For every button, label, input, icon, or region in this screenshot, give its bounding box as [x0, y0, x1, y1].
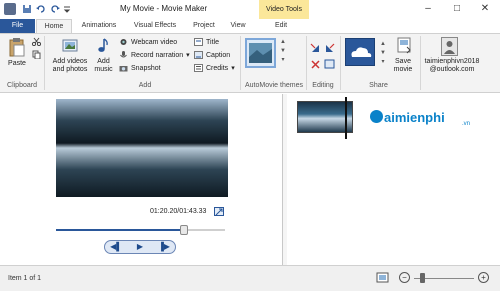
- expand-icon: [215, 208, 223, 216]
- save-movie-button[interactable]: Save movie: [389, 58, 417, 74]
- customize-qat-icon[interactable]: [62, 4, 72, 14]
- save-icon[interactable]: [22, 4, 32, 14]
- copy-icon[interactable]: [32, 50, 41, 61]
- zoom-out-button[interactable]: −: [399, 272, 410, 283]
- editing-group-label: Editing: [312, 82, 334, 89]
- credits-label: Credits: [206, 64, 229, 72]
- ribbon-separator: [44, 36, 45, 90]
- webcam-video-label: Webcam video: [131, 38, 178, 46]
- record-narration-label: Record narration: [131, 51, 184, 59]
- previous-frame-icon: ◀▌: [110, 242, 122, 251]
- camera-icon: [119, 64, 128, 72]
- credits-button[interactable]: Credits ▾: [194, 64, 235, 72]
- credits-icon: [194, 64, 203, 72]
- watermark-logo: [370, 110, 383, 123]
- account-avatar[interactable]: [441, 37, 458, 56]
- maximize-button[interactable]: □: [443, 0, 471, 18]
- webcam-video-button[interactable]: Webcam video: [119, 38, 177, 46]
- watermark-tld: .vn: [462, 121, 471, 127]
- snapshot-button[interactable]: Snapshot: [119, 64, 161, 72]
- caption-button[interactable]: Caption: [194, 51, 230, 59]
- gallery-scroll[interactable]: ▲ ▼ ▾: [279, 38, 287, 68]
- ribbon-separator: [420, 36, 421, 90]
- next-frame-button[interactable]: ▐▶: [154, 241, 174, 253]
- tab-edit[interactable]: Edit: [266, 19, 296, 33]
- clipboard-group-label: Clipboard: [7, 82, 37, 89]
- onedrive-icon[interactable]: [345, 38, 375, 66]
- status-item-count: Item 1 of 1: [8, 275, 42, 282]
- video-preview[interactable]: [56, 99, 228, 197]
- tab-home[interactable]: Home: [36, 19, 72, 33]
- add-music-button[interactable]: Add music: [91, 58, 116, 74]
- automovie-themes-group-label: AutoMovie themes: [245, 82, 303, 89]
- undo-icon[interactable]: [36, 4, 46, 14]
- chevron-down-icon: ▾: [231, 65, 235, 72]
- ribbon-separator: [306, 36, 307, 90]
- caption-icon: [194, 51, 203, 59]
- window-title: My Movie - Movie Maker: [120, 4, 208, 13]
- next-frame-icon: ▐▶: [158, 242, 170, 251]
- paste-icon[interactable]: [9, 37, 25, 59]
- seek-bar-fill: [56, 229, 185, 231]
- fullscreen-preview-button[interactable]: [214, 207, 224, 216]
- minimize-button[interactable]: –: [414, 0, 442, 18]
- tab-animations[interactable]: Animations: [74, 19, 124, 33]
- save-movie-icon[interactable]: [397, 37, 411, 56]
- time-display: 01:20.20/01:43.33: [150, 208, 207, 215]
- add-group-label: Add: [138, 82, 152, 89]
- cut-icon[interactable]: [31, 37, 42, 48]
- title-label: Title: [206, 38, 219, 46]
- play-icon: ▶: [136, 242, 144, 251]
- rotate-left-icon[interactable]: [310, 43, 321, 55]
- close-button[interactable]: ✕: [471, 0, 499, 18]
- add-videos-button[interactable]: Add videos and photos: [49, 58, 91, 74]
- storyboard-view-icon[interactable]: [376, 272, 389, 285]
- remove-icon[interactable]: [310, 59, 321, 71]
- title-icon: [194, 38, 203, 46]
- rotate-right-icon[interactable]: [324, 43, 335, 55]
- tab-project[interactable]: Project: [186, 19, 222, 33]
- tab-file[interactable]: File: [0, 19, 35, 33]
- share-gallery-scroll[interactable]: ▲ ▼ ▾: [380, 40, 386, 67]
- redo-icon[interactable]: [50, 4, 60, 14]
- chevron-down-icon: ▾: [186, 52, 190, 59]
- zoom-in-button[interactable]: +: [478, 272, 489, 283]
- webcam-icon: [119, 38, 128, 46]
- automovie-theme-thumbnail[interactable]: [245, 38, 276, 68]
- ribbon-separator: [340, 36, 341, 90]
- record-narration-button[interactable]: Record narration ▾: [119, 51, 190, 59]
- microphone-icon: [119, 51, 128, 59]
- add-videos-icon[interactable]: [61, 37, 79, 56]
- title-button[interactable]: Title: [194, 38, 219, 46]
- tab-visual-effects[interactable]: Visual Effects: [126, 19, 184, 33]
- add-music-icon[interactable]: [96, 37, 109, 56]
- playhead[interactable]: [345, 97, 347, 139]
- play-button[interactable]: ▶: [130, 241, 150, 253]
- account-email: @outlook.com: [429, 66, 475, 73]
- paste-button[interactable]: Paste: [4, 60, 30, 68]
- seek-bar-thumb[interactable]: [180, 225, 189, 235]
- zoom-slider-thumb[interactable]: [420, 273, 425, 283]
- share-group-label: Share: [369, 82, 388, 89]
- app-icon[interactable]: [4, 3, 16, 15]
- watermark-brand: aimienphi: [384, 110, 445, 125]
- account-name[interactable]: taimienphivn2018: [422, 58, 482, 66]
- tab-view[interactable]: View: [225, 19, 251, 33]
- caption-label: Caption: [206, 51, 231, 59]
- video-tools-context-tab: Video Tools: [259, 0, 309, 19]
- previous-frame-button[interactable]: ◀▌: [106, 241, 126, 253]
- snapshot-label: Snapshot: [131, 64, 161, 72]
- select-all-icon[interactable]: [324, 59, 335, 71]
- ribbon-separator: [240, 36, 241, 90]
